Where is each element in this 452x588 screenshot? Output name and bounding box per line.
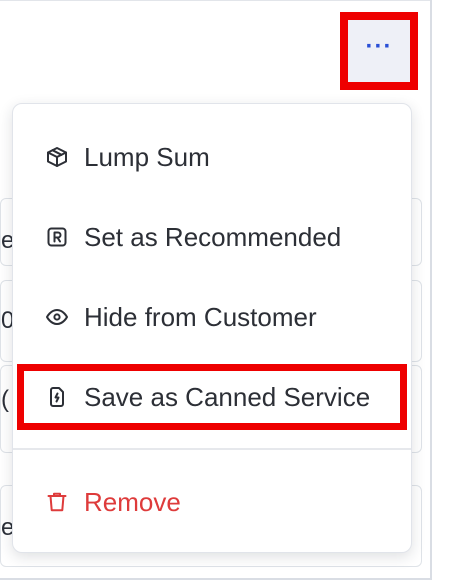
trash-icon <box>45 490 69 514</box>
menu-item-save-canned-service[interactable]: Save as Canned Service <box>17 364 407 430</box>
more-options-icon: ··· <box>365 33 393 60</box>
menu-item-hide-from-customer[interactable]: Hide from Customer <box>13 282 411 352</box>
frame-bottom-border <box>0 578 432 580</box>
r-badge-icon <box>45 225 69 249</box>
eye-icon <box>45 305 69 329</box>
canned-service-icon <box>45 385 69 409</box>
menu-item-label: Save as Canned Service <box>84 381 371 412</box>
package-icon <box>45 145 69 169</box>
page-frame: e/ 0 ( e ··· Lump Sum Set as Recommended… <box>0 0 452 588</box>
background-row-text: ( <box>1 386 9 413</box>
frame-right-border <box>430 0 432 580</box>
menu-item-label: Remove <box>84 486 181 517</box>
more-options-button[interactable]: ··· <box>340 12 418 90</box>
frame-top-border <box>0 0 432 1</box>
menu-item-label: Lump Sum <box>84 141 210 172</box>
menu-item-label: Hide from Customer <box>84 301 317 332</box>
menu-item-lump-sum[interactable]: Lump Sum <box>13 122 411 192</box>
menu-item-label: Set as Recommended <box>84 221 342 252</box>
menu-divider <box>13 448 411 450</box>
actions-menu: Lump Sum Set as Recommended Hide from Cu… <box>12 103 412 553</box>
menu-item-set-recommended[interactable]: Set as Recommended <box>13 202 411 272</box>
menu-item-remove[interactable]: Remove <box>13 467 411 537</box>
